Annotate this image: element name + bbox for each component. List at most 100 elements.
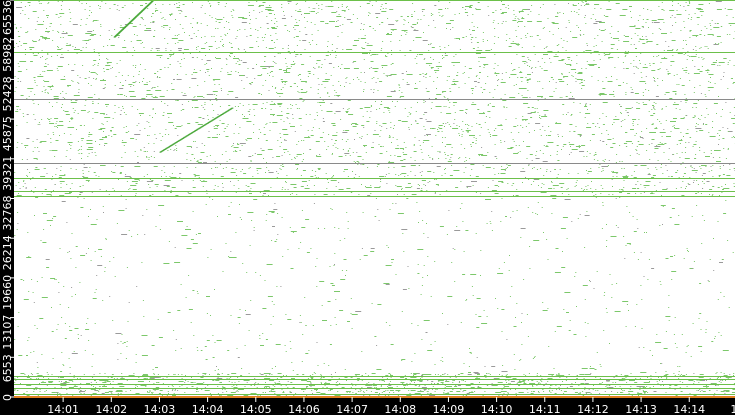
data-point <box>546 145 548 146</box>
data-point <box>411 323 413 324</box>
data-point <box>414 382 415 383</box>
data-point <box>280 286 282 287</box>
data-point <box>485 50 491 51</box>
data-point <box>382 146 384 147</box>
data-point <box>632 121 634 122</box>
data-point <box>317 30 319 31</box>
data-point <box>57 70 59 71</box>
data-point <box>504 141 506 142</box>
data-point <box>337 385 339 386</box>
data-point <box>336 11 338 12</box>
data-point <box>579 151 585 152</box>
data-point <box>638 119 640 120</box>
data-point <box>22 113 24 114</box>
data-point <box>507 393 509 394</box>
data-point <box>370 105 372 106</box>
data-point <box>422 11 424 12</box>
data-point <box>689 177 691 178</box>
data-point <box>466 187 468 188</box>
data-point <box>336 132 338 133</box>
data-point <box>60 16 62 17</box>
data-point <box>477 47 479 48</box>
data-point <box>555 123 562 124</box>
data-point <box>14 339 16 340</box>
data-point <box>372 68 379 69</box>
data-point <box>99 8 101 9</box>
data-point <box>190 239 194 240</box>
data-point <box>612 171 614 172</box>
data-point <box>24 183 26 184</box>
data-point <box>226 161 228 162</box>
data-point <box>498 186 500 187</box>
data-point <box>331 377 333 378</box>
data-point <box>647 9 649 10</box>
data-point <box>228 257 234 258</box>
data-point <box>140 150 142 151</box>
data-point <box>460 49 461 50</box>
data-point <box>44 391 46 392</box>
data-point <box>143 176 145 177</box>
data-point <box>372 5 373 6</box>
data-point <box>61 107 62 108</box>
data-point <box>653 102 655 103</box>
data-point <box>581 145 586 146</box>
data-point <box>601 382 603 383</box>
data-point <box>594 369 597 370</box>
data-point <box>467 15 469 16</box>
data-point <box>423 100 425 101</box>
data-point <box>692 49 694 50</box>
data-point <box>634 135 636 136</box>
data-point <box>609 53 611 54</box>
data-point <box>178 7 180 8</box>
data-point <box>572 76 574 77</box>
data-point <box>66 222 68 223</box>
data-point <box>625 175 627 176</box>
data-point <box>152 22 155 23</box>
data-point <box>250 188 252 189</box>
data-point <box>491 230 493 231</box>
data-point <box>61 201 66 202</box>
data-point <box>26 32 28 33</box>
data-point <box>78 153 80 154</box>
data-point <box>483 112 485 113</box>
data-point <box>543 70 548 71</box>
data-point <box>453 65 455 66</box>
data-point <box>726 15 728 16</box>
data-point <box>674 127 675 128</box>
data-point <box>534 130 535 131</box>
data-point <box>419 118 423 119</box>
data-point <box>516 383 518 384</box>
data-point <box>590 53 592 54</box>
data-point <box>626 143 628 144</box>
data-point <box>189 87 191 88</box>
data-point <box>465 6 471 7</box>
data-point <box>253 132 254 133</box>
data-point <box>208 131 210 132</box>
data-point <box>685 10 687 11</box>
data-point <box>623 187 625 188</box>
data-point <box>553 188 555 189</box>
data-point <box>560 228 566 229</box>
data-point <box>140 17 143 18</box>
data-point <box>194 72 198 73</box>
data-point <box>206 340 210 341</box>
data-point <box>693 92 695 93</box>
data-point <box>225 243 227 244</box>
data-point <box>209 15 211 16</box>
data-point <box>134 34 135 35</box>
data-point <box>472 48 475 49</box>
data-point <box>719 65 721 66</box>
data-point <box>347 228 349 229</box>
data-point <box>159 96 165 97</box>
data-point <box>411 16 413 17</box>
data-point <box>209 49 210 50</box>
data-point <box>131 181 138 182</box>
data-point <box>110 130 112 131</box>
data-point <box>294 131 296 132</box>
data-point <box>287 249 289 250</box>
data-point <box>432 59 434 60</box>
data-point <box>171 385 173 386</box>
data-point <box>627 51 629 52</box>
data-point <box>431 146 433 147</box>
data-point <box>89 167 91 168</box>
